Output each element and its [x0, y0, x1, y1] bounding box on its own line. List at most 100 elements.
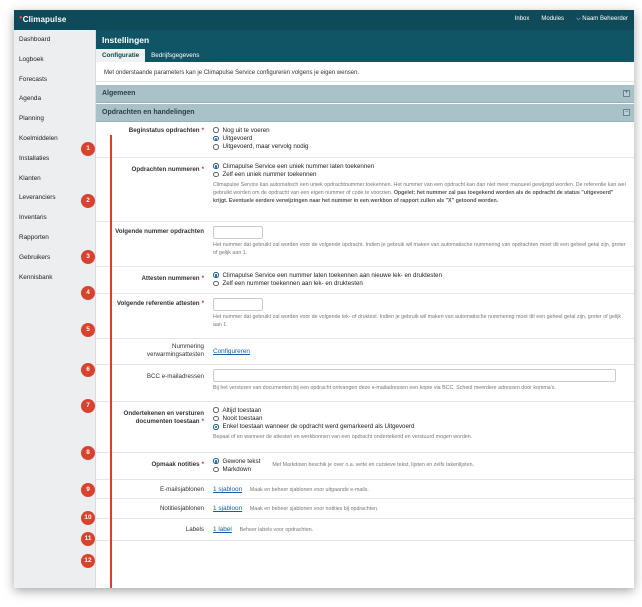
radio-button[interactable] — [213, 466, 219, 473]
help-text: Bij het versturen van documenten bij een… — [213, 385, 556, 391]
radio-button[interactable] — [213, 144, 219, 150]
page-header: Instellingen Configuratie Bedrijfsgegeve… — [96, 30, 634, 62]
radio-option[interactable]: Markdown — [213, 465, 260, 473]
help-text: Met Markdown beschik je over o.a. vette … — [272, 462, 475, 469]
setting-field: Gewone tekst Markdown Met Markdown besch… — [213, 457, 628, 474]
radio-option[interactable]: Altijd toestaan — [213, 406, 628, 414]
sidebar-item-forecasts[interactable]: Forecasts — [14, 70, 95, 90]
top-bar: ●Climapulse Inbox Modules ⌵ Naam Beheerd… — [14, 10, 634, 30]
intro-text: Met onderstaande parameters kan je Clima… — [96, 62, 634, 82]
radio-option[interactable]: Nooit toestaan — [213, 414, 628, 422]
setting-label: Attesten nummeren * — [141, 275, 204, 282]
labels-link[interactable]: 1 label — [213, 526, 232, 533]
help-text: Maak en beheer sjablonen voor uitgaande … — [249, 487, 369, 493]
setting-attesten-nummeren: Attesten nummeren * Climapulse Service ee… — [96, 267, 634, 294]
radio-option[interactable]: Uitgevoerd — [213, 134, 628, 142]
setting-label: Opmaak notities * — [151, 461, 204, 468]
marker-badge: 6 — [81, 363, 95, 377]
setting-field: Configureren — [213, 348, 628, 355]
setting-beginstatus: Beginstatus opdrachten * Nog uit te voere… — [96, 122, 634, 158]
bcc-input[interactable] — [213, 369, 616, 382]
radio-option[interactable]: Climapulse Service een nummer laten toek… — [213, 271, 628, 279]
sidebar-item-inventaris[interactable]: Inventaris — [14, 208, 95, 228]
next-reference-input[interactable] — [213, 298, 263, 311]
expand-icon[interactable]: + — [623, 90, 630, 97]
setting-label: Volgende nummer opdrachten — [115, 228, 204, 235]
radio-option[interactable]: Zelf een nummer toekennen aan lek- en dr… — [213, 279, 628, 287]
setting-emailsjablonen: E-mailsjablonen 1 sjabloon Maak en behee… — [96, 480, 634, 499]
tab-bedrijfsgegevens[interactable]: Bedrijfsgegevens — [145, 49, 205, 62]
settings-list: Beginstatus opdrachten * Nog uit te voere… — [96, 122, 634, 541]
required-marker: * — [201, 418, 204, 426]
radio-button-selected[interactable] — [213, 458, 219, 464]
configure-link[interactable]: Configureren — [213, 348, 250, 355]
radio-option[interactable]: Gewone tekst — [213, 457, 260, 465]
radio-option[interactable]: Zelf een uniek nummer toekennen — [213, 170, 628, 178]
sidebar-item-planning[interactable]: Planning — [14, 109, 95, 129]
tab-bar: Configuratie Bedrijfsgegevens — [96, 49, 205, 62]
radio-button[interactable] — [213, 127, 219, 133]
user-menu[interactable]: ⌵ Naam Beheerder — [576, 16, 628, 23]
setting-label: Beginstatus opdrachten * — [128, 127, 204, 134]
setting-opdrachten-nummeren: Opdrachten nummeren * Climapulse Service … — [96, 158, 634, 222]
setting-volgende-referentie: Volgende referentie attesten * Het nummer… — [96, 294, 634, 339]
sidebar-item-rapporten[interactable]: Rapporten — [14, 228, 95, 248]
setting-bcc: BCC e-mailadressen Bij het versturen van… — [96, 365, 634, 402]
required-marker: * — [201, 275, 204, 282]
note-templates-link[interactable]: 1 sjabloon — [213, 505, 242, 512]
marker-badge: 5 — [81, 323, 95, 337]
marker-badge: 1 — [81, 142, 95, 156]
section-title: Opdrachten en handelingen — [102, 109, 195, 116]
marker-badge: 9 — [81, 483, 95, 497]
radio-button-selected[interactable] — [213, 135, 219, 142]
radio-option[interactable]: Enkel toestaan wanneer de opdracht werd … — [213, 423, 628, 431]
setting-ondertekenen: Ondertekenen en versturen documenten toe… — [96, 402, 634, 453]
top-nav: Inbox Modules ⌵ Naam Beheerder — [515, 16, 628, 23]
setting-field: Altijd toestaan Nooit toestaan Enkel toe… — [213, 406, 628, 442]
marker-badge: 10 — [81, 511, 95, 525]
tab-configuratie[interactable]: Configuratie — [96, 49, 146, 62]
help-text: Het nummer dat gebruikt zal worden voor … — [213, 242, 626, 256]
radio-button[interactable] — [213, 415, 219, 422]
setting-field: 1 label Beheer labels voor opdrachten. — [213, 526, 628, 533]
radio-button[interactable] — [213, 407, 219, 413]
sidebar-item-kennisbank[interactable]: Kennisbank — [14, 268, 95, 288]
email-templates-link[interactable]: 1 sjabloon — [213, 486, 242, 493]
section-algemeen[interactable]: Algemeen + — [96, 85, 634, 103]
help-text: Bepaal of en wanneer de attesten en werk… — [213, 434, 473, 441]
radio-button-selected[interactable] — [213, 163, 219, 169]
section-title: Algemeen — [102, 90, 136, 97]
setting-label: Nummering verwarmingsattesten — [146, 343, 204, 359]
setting-verwarmingsattesten: Nummering verwarmingsattesten Configurer… — [96, 339, 634, 365]
sidebar-item-klanten[interactable]: Klanten — [14, 169, 95, 189]
setting-label: Volgende referentie attesten * — [116, 300, 204, 307]
marker-badge: 4 — [81, 286, 95, 300]
inbox-link[interactable]: Inbox — [515, 16, 530, 23]
required-marker: * — [201, 300, 204, 307]
setting-label: Ondertekenen en versturen documenten toe… — [123, 410, 204, 426]
radio-option[interactable]: Uitgevoerd, maar vervolg nodig — [213, 143, 628, 151]
radio-option[interactable]: Nog uit te voeren — [213, 126, 628, 134]
collapse-icon[interactable]: − — [623, 109, 630, 116]
marker-badge: 11 — [81, 532, 95, 546]
modules-link[interactable]: Modules — [541, 16, 564, 23]
sidebar-item-logboek[interactable]: Logboek — [14, 50, 95, 70]
chevron-down-icon: ⌵ — [576, 16, 581, 22]
sidebar-item-agenda[interactable]: Agenda — [14, 89, 95, 109]
radio-option[interactable]: Climapulse Service een uniek nummer late… — [213, 162, 628, 170]
sidebar-item-dashboard[interactable]: Dashboard — [14, 30, 95, 50]
radio-button[interactable] — [213, 171, 219, 178]
radio-button-selected[interactable] — [213, 272, 219, 278]
setting-volgende-nummer: Volgende nummer opdrachten Het nummer da… — [96, 222, 634, 267]
next-number-input[interactable] — [213, 226, 263, 239]
radio-button[interactable] — [213, 280, 219, 287]
annotation-line — [110, 135, 112, 588]
marker-badge: 12 — [81, 554, 95, 568]
setting-opmaak-notities: Opmaak notities * Gewone tekst Markdown M… — [96, 453, 634, 480]
marker-badge: 7 — [81, 399, 95, 413]
brand-logo[interactable]: ●Climapulse — [19, 15, 66, 24]
setting-label: BCC e-mailadressen — [146, 373, 204, 380]
radio-button-selected[interactable] — [213, 424, 219, 430]
section-opdrachten[interactable]: Opdrachten en handelingen − — [96, 104, 634, 122]
help-text: Maak en beheer sjablonen voor notities b… — [249, 506, 379, 512]
